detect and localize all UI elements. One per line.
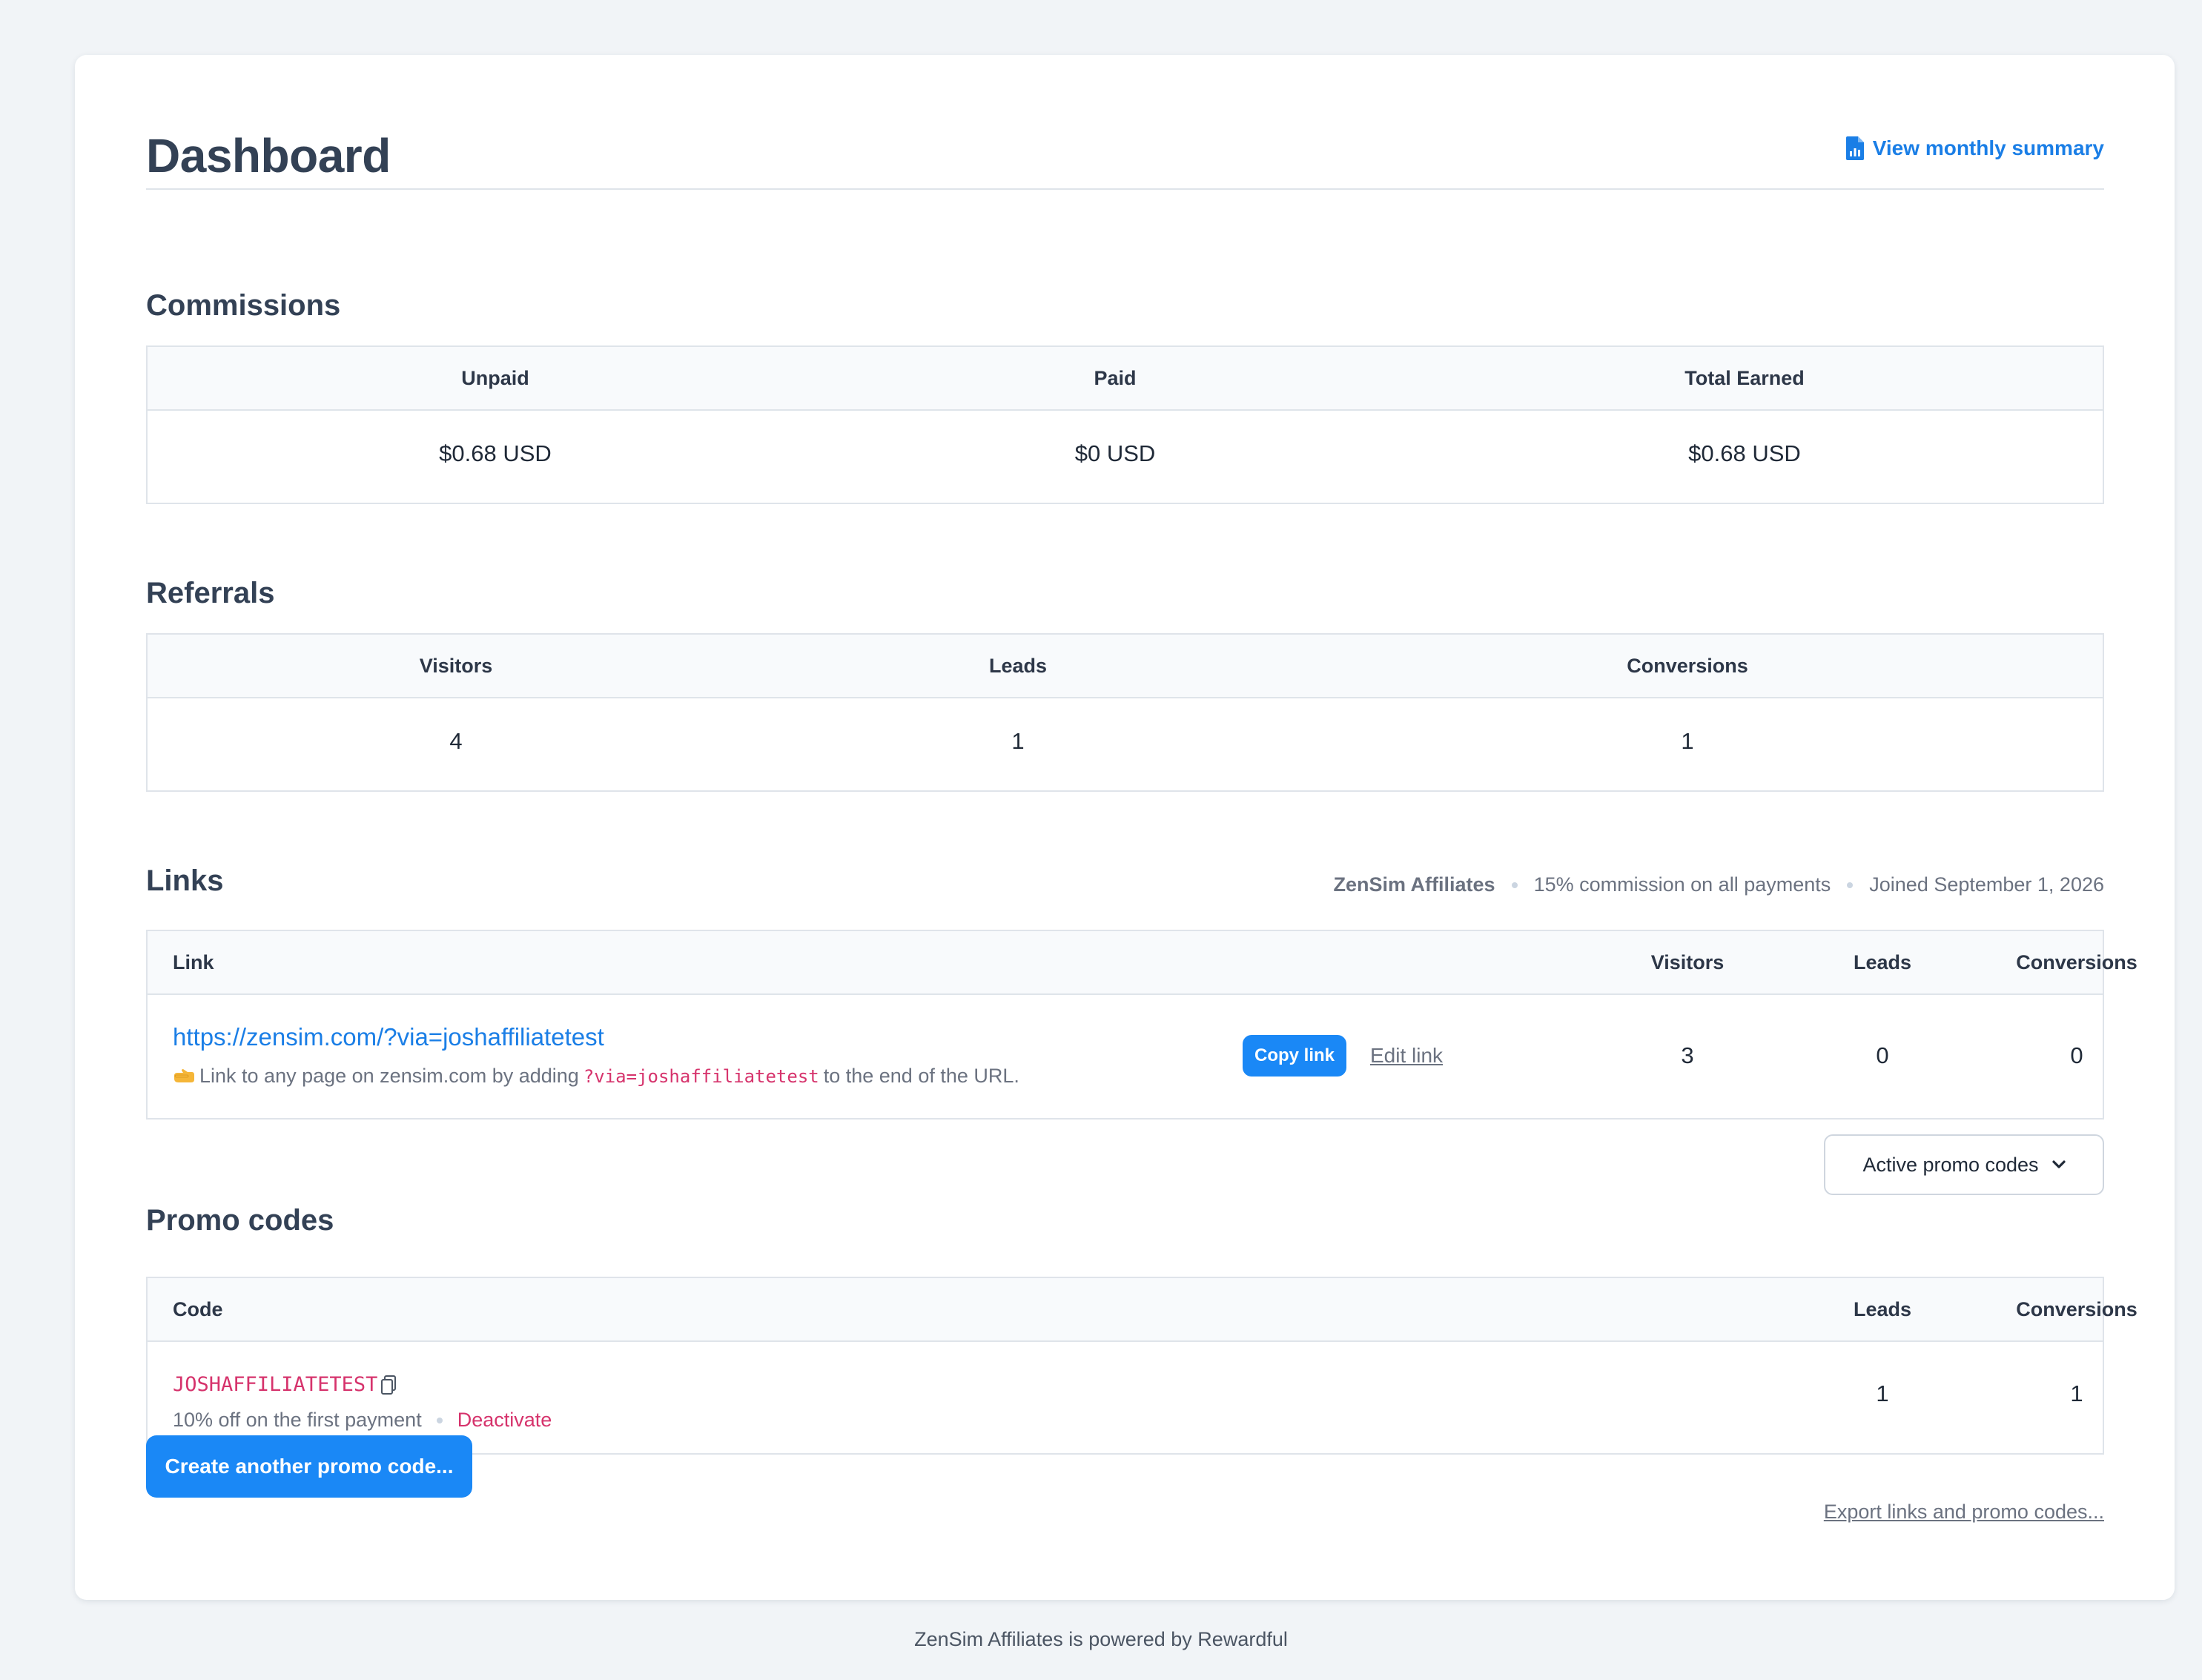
referrals-conversions-value: 1 [1681, 728, 1694, 754]
link-hint-code: ?via=joshaffiliatetest [583, 1065, 819, 1087]
link-hint: Link to any page on zensim.com by adding… [173, 1065, 1019, 1088]
links-header-leads: Leads [1853, 951, 1912, 973]
create-promo-code-button[interactable]: Create another promo code... [146, 1435, 472, 1498]
promo-codes-filter-value: Active promo codes [1862, 1153, 2039, 1176]
separator-dot [1847, 882, 1854, 888]
links-header-conversions: Conversions [2016, 951, 2137, 973]
promo-codes-title: Promo codes [146, 1204, 334, 1237]
links-header-link: Link [173, 951, 214, 973]
report-icon [1845, 136, 1864, 160]
promo-conversions-value: 1 [2070, 1380, 2083, 1406]
commissions-table: Unpaid Paid Total Earned $0.68 USD $0 US… [146, 345, 2104, 504]
commissions-header-paid: Paid [1094, 367, 1137, 389]
page-title: Dashboard [146, 129, 391, 182]
promo-leads-value: 1 [1876, 1380, 1889, 1406]
joined-date: Joined September 1, 2026 [1869, 873, 2104, 896]
promo-codes-header-row: Code Leads Conversions [148, 1278, 2137, 1342]
referrals-table: Visitors Leads Conversions 4 1 1 [146, 633, 2104, 792]
links-title: Links [146, 864, 224, 897]
view-monthly-summary-link[interactable]: View monthly summary [1845, 136, 2104, 160]
affiliate-link-url[interactable]: https://zensim.com/?via=joshaffiliatetes… [173, 1023, 604, 1051]
links-header-row: Link Visitors Leads Conversions [148, 931, 2137, 995]
links-table: Link Visitors Leads Conversions https://… [146, 930, 2137, 1120]
program-meta: ZenSim Affiliates 15% commission on all … [1334, 873, 2104, 896]
edit-link-button[interactable]: Edit link [1370, 1044, 1443, 1068]
promo-header-leads: Leads [1853, 1298, 1912, 1320]
referrals-title: Referrals [146, 577, 275, 609]
deactivate-button[interactable]: Deactivate [457, 1409, 552, 1432]
referrals-header-conversions: Conversions [1627, 655, 1748, 677]
link-conversions-value: 0 [2070, 1042, 2083, 1068]
commissions-header-row: Unpaid Paid Total Earned [148, 347, 2103, 411]
link-leads-value: 0 [1876, 1042, 1889, 1068]
commission-rate: 15% commission on all payments [1533, 873, 1831, 896]
referrals-leads-value: 1 [1011, 728, 1025, 754]
link-hint-prefix: Link to any page on zensim.com by adding [199, 1065, 579, 1087]
promo-header-conversions: Conversions [2016, 1298, 2137, 1320]
dashboard-card: Dashboard View monthly summary Commissio… [75, 55, 2175, 1600]
links-header-visitors: Visitors [1650, 951, 1725, 973]
export-links-button[interactable]: Export links and promo codes... [1824, 1501, 2104, 1524]
referrals-header-row: Visitors Leads Conversions [148, 635, 2103, 698]
dashboard-header: Dashboard View monthly summary [146, 123, 2104, 190]
commissions-unpaid-value: $0.68 USD [439, 440, 552, 466]
promo-code-details: 10% off on the first payment Deactivate [173, 1409, 552, 1432]
commissions-total-earned-value: $0.68 USD [1688, 440, 1801, 466]
referrals-visitors-value: 4 [449, 728, 463, 754]
chevron-down-icon [2051, 1160, 2066, 1168]
separator-dot [436, 1417, 443, 1423]
commissions-values-row: $0.68 USD $0 USD $0.68 USD [148, 411, 2103, 503]
view-monthly-summary-label: View monthly summary [1872, 136, 2104, 159]
commissions-paid-value: $0 USD [1074, 440, 1156, 466]
link-hint-suffix: to the end of the URL. [823, 1065, 1019, 1087]
commissions-header-total-earned: Total Earned [1684, 367, 1805, 389]
copy-link-button[interactable]: Copy link [1243, 1035, 1346, 1077]
promo-header-code: Code [173, 1298, 223, 1320]
copy-icon[interactable] [380, 1375, 397, 1395]
referrals-values-row: 4 1 1 [148, 698, 2103, 790]
program-name: ZenSim Affiliates [1333, 873, 1495, 896]
link-visitors-value: 3 [1681, 1042, 1694, 1068]
referrals-header-visitors: Visitors [419, 655, 493, 677]
commissions-header-unpaid: Unpaid [461, 367, 529, 389]
pointing-hand-icon [174, 1068, 194, 1082]
link-row: https://zensim.com/?via=joshaffiliatetes… [148, 995, 2103, 1118]
promo-codes-table: Code Leads Conversions JOSHAFFILIATETEST… [146, 1277, 2137, 1455]
promo-code: JOSHAFFILIATETEST [173, 1373, 397, 1396]
referrals-header-leads: Leads [988, 655, 1048, 677]
separator-dot [1511, 882, 1518, 888]
promo-code-description: 10% off on the first payment [173, 1409, 422, 1431]
commissions-title: Commissions [146, 289, 341, 322]
promo-codes-filter-select[interactable]: Active promo codes [1824, 1134, 2104, 1195]
footer-powered-by: ZenSim Affiliates is powered by Rewardfu… [914, 1628, 1288, 1650]
promo-code-value: JOSHAFFILIATETEST [173, 1373, 378, 1396]
